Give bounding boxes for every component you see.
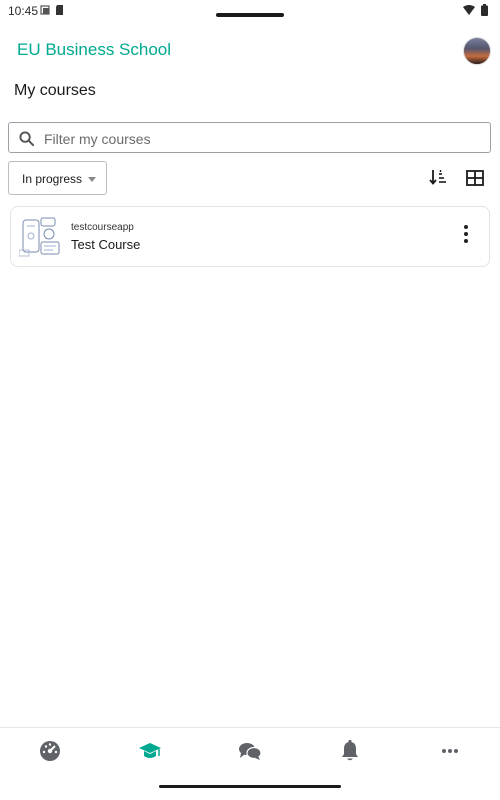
nav-my-courses[interactable] bbox=[100, 728, 200, 774]
search-input[interactable] bbox=[42, 123, 486, 154]
bell-icon bbox=[342, 740, 358, 761]
more-horizontal-icon bbox=[442, 749, 458, 753]
status-icons-right bbox=[463, 4, 488, 16]
course-options-button[interactable] bbox=[461, 224, 471, 244]
status-bar: 10:45 bbox=[0, 0, 500, 22]
bottom-navigation bbox=[0, 727, 500, 774]
grid-view-icon[interactable] bbox=[466, 170, 484, 186]
page-title: My courses bbox=[14, 82, 96, 99]
more-vertical-icon-dot bbox=[464, 225, 468, 229]
graduation-cap-icon bbox=[139, 743, 161, 758]
filter-selected-value: In progress bbox=[22, 172, 83, 186]
dashboard-gauge-icon bbox=[40, 741, 60, 761]
user-avatar[interactable] bbox=[463, 37, 491, 65]
status-icons-left bbox=[40, 5, 64, 15]
course-category: testcourseapp bbox=[71, 222, 134, 233]
screen-icon bbox=[40, 5, 50, 15]
course-name: Test Course bbox=[71, 237, 141, 252]
sort-icon[interactable] bbox=[429, 168, 447, 186]
course-thumbnail-illustration bbox=[19, 217, 60, 257]
app-screen: 10:45 EU Business School My courses Filt… bbox=[0, 0, 500, 800]
nav-dashboard[interactable] bbox=[0, 728, 100, 774]
search-icon bbox=[19, 131, 34, 146]
more-vertical-icon-dot bbox=[464, 232, 468, 236]
app-title: EU Business School bbox=[17, 40, 172, 59]
camera-notch bbox=[216, 13, 284, 17]
course-card[interactable]: testcourseapp Test Course bbox=[10, 206, 490, 267]
nav-messages[interactable] bbox=[200, 728, 300, 774]
nav-more[interactable] bbox=[400, 728, 500, 774]
chat-bubbles-icon bbox=[239, 743, 262, 760]
search-box[interactable] bbox=[8, 122, 491, 154]
battery-icon bbox=[481, 4, 488, 16]
more-vertical-icon-dot bbox=[464, 239, 468, 243]
home-indicator[interactable] bbox=[159, 785, 341, 788]
status-time: 10:45 bbox=[8, 4, 39, 18]
wifi-icon bbox=[463, 5, 475, 15]
course-status-filter[interactable]: In progress bbox=[8, 161, 107, 195]
chevron-down-icon bbox=[88, 177, 96, 182]
nav-notifications[interactable] bbox=[300, 728, 400, 774]
sd-card-icon bbox=[56, 5, 63, 15]
